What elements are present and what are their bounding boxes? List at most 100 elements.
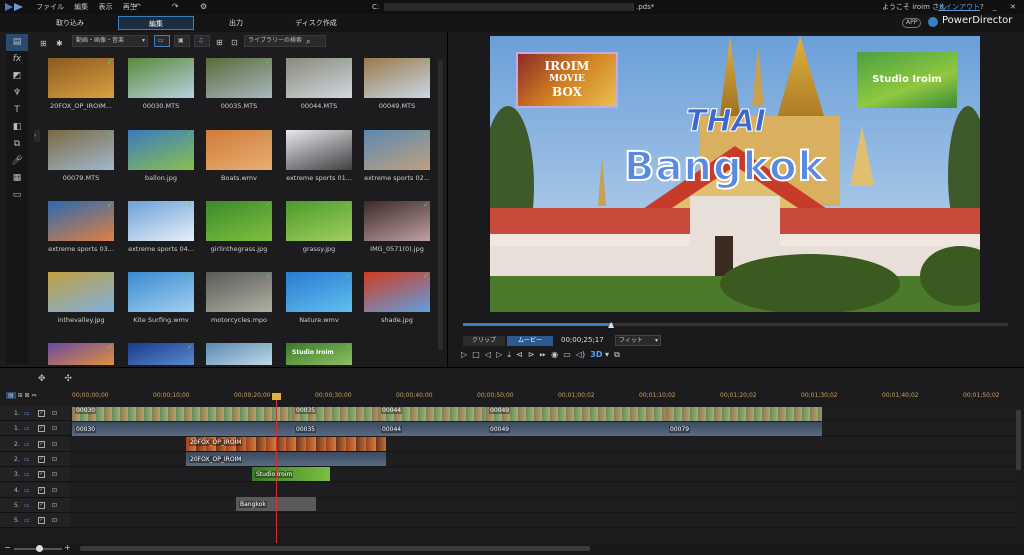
library-scrollbar[interactable] xyxy=(438,60,443,350)
media-thumbnail[interactable]: ✓ xyxy=(128,201,194,241)
track-lane[interactable] xyxy=(70,513,1018,528)
timeline-hscroll[interactable] xyxy=(80,546,590,551)
library-search-input[interactable]: ライブラリーの検索 xyxy=(244,35,326,47)
tab-produce[interactable]: 出力 xyxy=(206,16,266,30)
media-thumbnail[interactable]: ✓ xyxy=(286,58,352,98)
video-clip[interactable]: 00035 xyxy=(292,407,378,421)
media-thumbnail[interactable]: ✓ xyxy=(48,201,114,241)
track-header[interactable]: 5. ▭ ✓ ⊡ xyxy=(0,498,70,513)
video-clip[interactable]: 00030 xyxy=(72,407,292,421)
track-header[interactable]: 2. ▭ ✓ ⊡ xyxy=(0,437,70,452)
subtitle-icon[interactable]: ▭ xyxy=(563,350,571,359)
media-filter-dropdown[interactable]: 動画・画像・音楽 ▾ xyxy=(72,35,148,47)
settings-icon[interactable]: ⚙ xyxy=(200,0,207,14)
track-enable-checkbox[interactable]: ✓ xyxy=(38,410,45,417)
audio-clip[interactable]: 00030 xyxy=(72,422,292,436)
media-thumbnail[interactable]: ✓ xyxy=(206,58,272,98)
zoom-out-icon[interactable]: − xyxy=(4,543,11,552)
media-thumbnail[interactable]: ✓ xyxy=(286,201,352,241)
clip-mode-button[interactable]: クリップ xyxy=(463,336,505,346)
signout-link[interactable]: サインアウト xyxy=(938,0,980,14)
track-enable-checkbox[interactable]: ✓ xyxy=(38,425,45,432)
track-enable-checkbox[interactable]: ✓ xyxy=(38,456,45,463)
pip-clip[interactable]: Studio Iroim xyxy=(252,467,330,481)
undock-icon[interactable]: ⧉ xyxy=(614,350,620,359)
mix-tool-icon[interactable]: ✥ xyxy=(38,374,46,384)
audio-filter-button[interactable]: ♫ xyxy=(194,35,210,47)
plugin-icon[interactable]: ✱ xyxy=(56,36,63,51)
expand-panel-icon[interactable]: › xyxy=(34,130,40,142)
grid-view-icon[interactable]: ⊞ xyxy=(216,35,223,50)
track-header[interactable]: 2. ▭ ✓ ⊡ xyxy=(0,452,70,467)
transition-room-icon[interactable]: ◧ xyxy=(6,119,28,136)
zoom-fit-dropdown[interactable]: フィット ▾ xyxy=(615,335,661,346)
media-thumbnail[interactable]: ✓ xyxy=(364,272,430,312)
audio-clip[interactable]: 00079 xyxy=(666,422,822,436)
pip-room-icon[interactable]: ◩ xyxy=(6,68,28,85)
undo-icon[interactable]: ↶ xyxy=(134,0,141,14)
lock-icon[interactable]: ⊡ xyxy=(52,421,57,436)
next-frame-icon[interactable]: ▷ xyxy=(496,350,502,359)
audio-clip[interactable]: 00049 xyxy=(486,422,666,436)
playhead-handle[interactable] xyxy=(272,393,281,400)
lock-icon[interactable]: ⊡ xyxy=(52,467,57,482)
volume-icon[interactable]: ◁) xyxy=(576,350,585,359)
tab-disc[interactable]: ディスク作成 xyxy=(280,16,352,30)
move-tool-icon[interactable]: ✣ xyxy=(64,374,72,384)
video-clip[interactable]: 20FOX_OP_IROIM xyxy=(186,437,386,451)
media-thumbnail[interactable]: ✓ xyxy=(206,130,272,170)
close-icon[interactable]: ✕ xyxy=(1010,0,1016,14)
media-thumbnail[interactable]: ✓ xyxy=(48,130,114,170)
media-thumbnail[interactable]: ✓ xyxy=(48,58,114,98)
track-enable-checkbox[interactable]: ✓ xyxy=(38,502,45,509)
particle-room-icon[interactable]: ♆ xyxy=(6,85,28,102)
audio-clip[interactable]: 00035 xyxy=(292,422,378,436)
audio-clip[interactable]: 00044 xyxy=(378,422,486,436)
video-clip[interactable]: 00049 xyxy=(486,407,666,421)
lock-icon[interactable]: ⊡ xyxy=(52,452,57,467)
track-enable-checkbox[interactable]: ✓ xyxy=(38,471,45,478)
media-thumbnail[interactable]: ✓ xyxy=(286,272,352,312)
track-header[interactable]: 1. ▭ ✓ ⊡ xyxy=(0,421,70,436)
media-thumbnail[interactable]: ✓ xyxy=(206,343,272,365)
media-thumbnail[interactable]: ✓ xyxy=(128,272,194,312)
audio-clip[interactable]: 20FOX_OP_IROIM xyxy=(186,452,386,466)
track-enable-checkbox[interactable]: ✓ xyxy=(38,487,45,494)
menu-edit[interactable]: 編集 xyxy=(74,3,88,11)
stereo-3d-button[interactable]: 3D xyxy=(590,350,602,359)
tab-capture[interactable]: 取り込み xyxy=(40,16,100,30)
thumbnail-size-icon[interactable]: ⊡ xyxy=(231,35,238,50)
marker-icon[interactable]: ⊠ xyxy=(25,392,30,399)
track-lane[interactable] xyxy=(70,483,1018,498)
media-thumbnail[interactable]: ✓ xyxy=(364,201,430,241)
menu-view[interactable]: 表示 xyxy=(98,3,112,11)
fx-room-icon[interactable]: fx xyxy=(6,51,28,68)
media-thumbnail[interactable]: ✓ xyxy=(364,58,430,98)
media-thumbnail[interactable]: ✓ xyxy=(286,130,352,170)
import-icon[interactable]: ⊞ xyxy=(40,36,47,51)
redo-icon[interactable]: ↷ xyxy=(172,0,179,14)
chapter-room-icon[interactable]: ▦ xyxy=(6,170,28,187)
media-thumbnail[interactable]: ✓ xyxy=(128,130,194,170)
step-forward-icon[interactable]: ⊳ xyxy=(528,350,535,359)
minimize-icon[interactable]: _ xyxy=(993,0,997,14)
playhead-line[interactable] xyxy=(276,396,277,546)
track-header[interactable]: 5. ▭ ✓ ⊡ xyxy=(0,513,70,528)
timeline-vscroll[interactable] xyxy=(1016,410,1021,470)
video-filter-button[interactable]: ▭ xyxy=(154,35,170,47)
audio-mix-icon[interactable]: ⧉ xyxy=(6,136,28,153)
menu-file[interactable]: ファイル xyxy=(36,3,64,11)
search-icon[interactable]: ⌕ xyxy=(306,34,310,49)
snapshot-icon[interactable]: ◉ xyxy=(551,350,558,359)
track-header[interactable]: 1. ▭ ✓ ⊡ xyxy=(0,406,70,421)
snap-icon[interactable]: ⇔ xyxy=(32,392,37,399)
step-back-icon[interactable]: ⊲ xyxy=(516,350,523,359)
media-thumbnail[interactable]: ✓ xyxy=(206,272,272,312)
app-badge[interactable]: APP xyxy=(902,18,922,28)
track-lane[interactable] xyxy=(70,498,1018,513)
track-enable-checkbox[interactable]: ✓ xyxy=(38,517,45,524)
track-manager-icon[interactable]: ⊞ xyxy=(18,392,23,399)
timecode-display[interactable]: 00;00;25;17 xyxy=(561,336,604,344)
stop-icon[interactable]: □ xyxy=(472,350,480,359)
media-thumbnail[interactable]: ✓ xyxy=(206,201,272,241)
